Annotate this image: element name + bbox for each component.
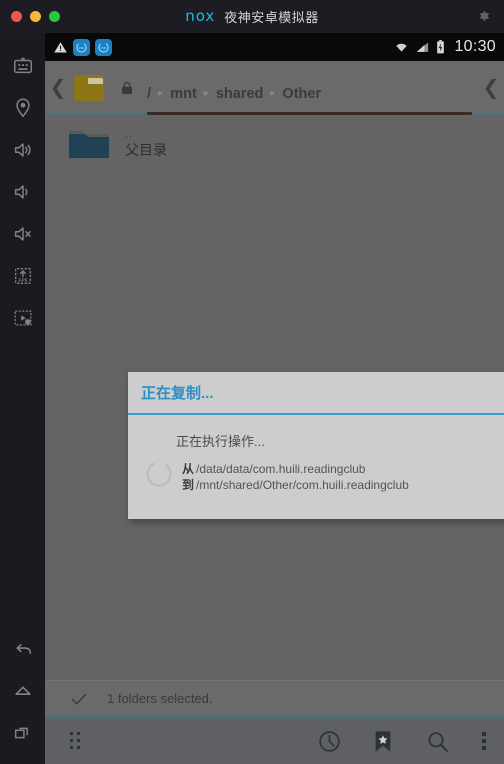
svg-text:nx: nx — [79, 44, 84, 49]
nox-logo: nox — [185, 7, 216, 25]
recents-icon — [14, 727, 28, 739]
maximize-button[interactable] — [49, 11, 60, 22]
dialog-title: 正在复制... — [141, 385, 214, 402]
warning-triangle-icon — [54, 41, 67, 52]
volume-up-icon — [14, 143, 31, 157]
minimize-button[interactable] — [30, 11, 41, 22]
window-title-group: nox 夜神安卓模拟器 — [0, 0, 504, 33]
status-bar-indicators: 10:30 — [393, 38, 496, 56]
sidebar-item-keyboard[interactable] — [0, 45, 45, 87]
location-icon — [15, 98, 30, 118]
window-titlebar: nox 夜神安卓模拟器 — [0, 0, 504, 33]
android-status-bar: nx nx 10:30 — [45, 33, 504, 61]
dialog-status-label: 正在执行操作... — [176, 434, 265, 449]
sidebar-top-group: APK — [0, 33, 45, 339]
volume-mute-icon — [14, 227, 31, 241]
screen-record-icon — [14, 310, 31, 326]
window-controls — [0, 11, 60, 22]
svg-text:APK: APK — [18, 278, 28, 284]
back-icon — [15, 644, 31, 654]
apk-install-icon: APK — [14, 267, 31, 285]
window-title: 夜神安卓模拟器 — [224, 10, 319, 25]
sidebar-item-volume-down[interactable] — [0, 171, 45, 213]
destination-path-label: 到 — [182, 478, 195, 492]
nav-back-button[interactable] — [0, 628, 45, 670]
dialog-title-bar: 正在复制... — [128, 372, 504, 415]
sidebar-item-volume-mute[interactable] — [0, 213, 45, 255]
keyboard-icon — [13, 57, 32, 74]
loading-spinner-icon — [146, 461, 172, 487]
copy-progress-dialog: 正在复制... 正在执行操作... 从/data/data/com.huili.… — [128, 372, 504, 519]
dialog-source-path: 从/data/data/com.huili.readingclub — [182, 462, 409, 477]
emulator-window: nox 夜神安卓模拟器 APK nx nx 10:30 ❮ / ▸ mnt ▸ … — [0, 0, 504, 764]
nox-badge-icon: nx — [76, 41, 87, 53]
close-button[interactable] — [11, 11, 22, 22]
destination-path-value: /mnt/shared/Other/com.huili.readingclub — [196, 478, 409, 492]
sidebar-item-screen-record[interactable] — [0, 297, 45, 339]
settings-button[interactable] — [474, 7, 494, 27]
emulator-sidebar: APK — [0, 33, 45, 764]
nox-notification-icon: nx — [73, 38, 90, 56]
cellular-signal-icon — [417, 42, 429, 52]
nav-recents-button[interactable] — [0, 712, 45, 754]
source-path-label: 从 — [182, 462, 195, 476]
sidebar-item-volume-up[interactable] — [0, 129, 45, 171]
home-icon — [14, 686, 31, 695]
dialog-destination-path: 到/mnt/shared/Other/com.huili.readingclub — [182, 478, 409, 493]
volume-down-icon — [14, 185, 28, 199]
sidebar-nav-group — [0, 628, 45, 754]
svg-text:nx: nx — [101, 44, 106, 49]
nox-badge-icon: nx — [98, 41, 109, 53]
dialog-path-group: 从/data/data/com.huili.readingclub 到/mnt/… — [182, 462, 409, 493]
source-path-value: /data/data/com.huili.readingclub — [196, 462, 366, 476]
status-bar-notifications: nx nx — [53, 38, 112, 56]
sidebar-item-install-apk[interactable]: APK — [0, 255, 45, 297]
status-bar-clock: 10:30 — [454, 38, 496, 55]
nox-notification-icon: nx — [95, 38, 112, 56]
battery-charging-icon — [437, 40, 445, 54]
dialog-body: 正在执行操作... 从/data/data/com.huili.readingc… — [128, 415, 504, 517]
sidebar-item-location[interactable] — [0, 87, 45, 129]
nav-home-button[interactable] — [0, 670, 45, 712]
android-screen: nx nx 10:30 ❮ / ▸ mnt ▸ shared ▸ Other ❮… — [45, 33, 504, 764]
gear-icon — [479, 10, 489, 21]
wifi-icon — [396, 43, 408, 52]
